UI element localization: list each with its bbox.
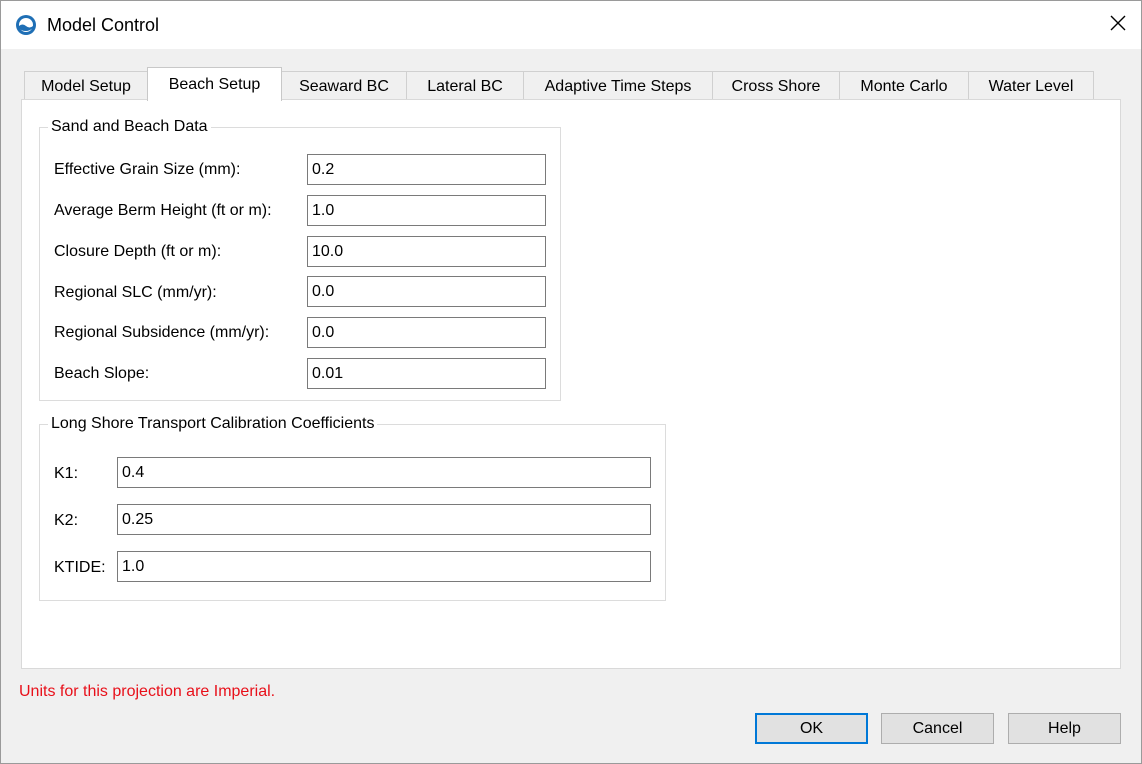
title-bar: Model Control — [1, 1, 1141, 49]
closure-depth-label: Closure Depth (ft or m): — [54, 243, 222, 260]
beach-slope-input[interactable] — [307, 358, 546, 389]
tab-model-setup[interactable]: Model Setup — [24, 71, 148, 101]
regional-slc-label: Regional SLC (mm/yr): — [54, 284, 217, 301]
group-legend: Long Shore Transport Calibration Coeffic… — [48, 414, 378, 434]
k2-label: K2: — [54, 512, 79, 529]
k1-label: K1: — [54, 465, 79, 482]
sand-beach-data-group: Sand and Beach Data Effective Grain Size… — [39, 117, 561, 401]
tab-adaptive-time-steps[interactable]: Adaptive Time Steps — [523, 71, 713, 101]
closure-depth-input[interactable] — [307, 236, 546, 267]
beach-slope-label: Beach Slope: — [54, 365, 150, 382]
model-control-dialog: Model Control Model Setup Beach Setup Se… — [0, 0, 1142, 764]
group-legend: Sand and Beach Data — [48, 117, 211, 137]
berm-height-input[interactable] — [307, 195, 546, 226]
tab-beach-setup[interactable]: Beach Setup — [147, 67, 282, 101]
tab-cross-shore[interactable]: Cross Shore — [712, 71, 840, 101]
help-button[interactable]: Help — [1008, 713, 1121, 744]
regional-subsidence-label: Regional Subsidence (mm/yr): — [54, 324, 270, 341]
close-icon — [1110, 15, 1126, 36]
grain-size-input[interactable] — [307, 154, 546, 185]
longshore-transport-group: Long Shore Transport Calibration Coeffic… — [39, 414, 666, 601]
tab-water-level[interactable]: Water Level — [968, 71, 1094, 101]
window-title: Model Control — [47, 15, 160, 35]
ok-button[interactable]: OK — [755, 713, 868, 744]
grain-size-label: Effective Grain Size (mm): — [54, 161, 241, 178]
globe-water-icon — [15, 14, 37, 36]
close-button[interactable] — [1095, 1, 1141, 49]
beach-setup-panel: Sand and Beach Data Effective Grain Size… — [21, 99, 1121, 669]
tab-strip: Model Setup Beach Setup Seaward BC Later… — [21, 67, 1121, 101]
k2-input[interactable] — [117, 504, 651, 535]
k1-input[interactable] — [117, 457, 651, 488]
berm-height-label: Average Berm Height (ft or m): — [54, 202, 272, 219]
cancel-button[interactable]: Cancel — [881, 713, 994, 744]
tab-seaward-bc[interactable]: Seaward BC — [281, 71, 407, 101]
regional-slc-input[interactable] — [307, 276, 546, 307]
ktide-label: KTIDE: — [54, 559, 106, 576]
units-status-text: Units for this projection are Imperial. — [19, 683, 276, 700]
tab-lateral-bc[interactable]: Lateral BC — [406, 71, 524, 101]
ktide-input[interactable] — [117, 551, 651, 582]
tab-monte-carlo[interactable]: Monte Carlo — [839, 71, 969, 101]
regional-subsidence-input[interactable] — [307, 317, 546, 348]
